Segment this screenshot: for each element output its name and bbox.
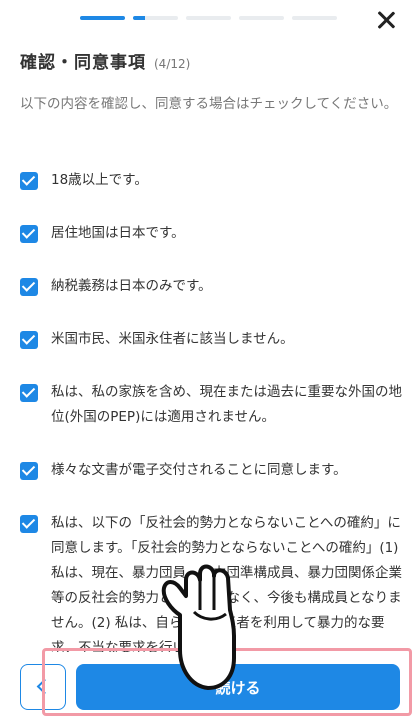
back-button[interactable]: [20, 664, 66, 710]
consent-item[interactable]: 居住地国は日本です。: [20, 221, 405, 246]
progress-segment: [80, 16, 125, 20]
consent-item-label: 居住地国は日本です。: [51, 225, 185, 241]
consent-item[interactable]: 私は、以下の「反社会的勢力とならないことへの確約」に同意します。「反社会的勢力と…: [20, 511, 405, 661]
consent-item-label: 私は、私の家族を含め、現在または過去に重要な外国の地位(外国のPEP)には適用さ…: [51, 384, 402, 425]
checkbox-checked-icon[interactable]: [20, 462, 38, 480]
checkbox-checked-icon[interactable]: [20, 225, 38, 243]
consent-item-label: 私は、以下の「反社会的勢力とならないことへの確約」に同意します。「反社会的勢力と…: [51, 515, 402, 656]
close-icon[interactable]: [374, 8, 398, 32]
instruction-text: 以下の内容を確認し、同意する場合はチェックしてください。: [20, 96, 398, 112]
checkbox-checked-icon[interactable]: [20, 331, 38, 349]
consent-item[interactable]: 私は、私の家族を含め、現在または過去に重要な外国の地位(外国のPEP)には適用さ…: [20, 380, 405, 430]
checkbox-checked-icon[interactable]: [20, 172, 38, 190]
consent-item-label: 米国市民、米国永住者に該当しません。: [51, 331, 294, 347]
consent-item[interactable]: 18歳以上です。: [20, 168, 405, 193]
consent-item[interactable]: 様々な文書が電子交付されることに同意します。: [20, 458, 405, 483]
progress-segment: [133, 16, 178, 20]
progress-segment: [239, 16, 284, 20]
checkbox-checked-icon[interactable]: [20, 278, 38, 296]
checkbox-checked-icon[interactable]: [20, 384, 38, 402]
consent-item-label: 様々な文書が電子交付されることに同意します。: [51, 462, 347, 478]
progress-steps: [80, 16, 337, 20]
consent-item-label: 18歳以上です。: [51, 172, 148, 188]
progress-segment: [186, 16, 231, 20]
page-title: 確認・同意事項: [20, 53, 146, 73]
consent-list: 18歳以上です。 居住地国は日本です。 納税義務は日本のみです。 米国市民、米国…: [20, 168, 405, 689]
checkbox-checked-icon[interactable]: [20, 515, 38, 533]
top-bar: [0, 0, 420, 40]
page-header: 確認・同意事項 (4/12): [20, 48, 190, 73]
footer-bar: 続ける: [0, 652, 420, 720]
consent-item[interactable]: 納税義務は日本のみです。: [20, 274, 405, 299]
continue-button[interactable]: 続ける: [76, 664, 400, 710]
step-count: (4/12): [154, 57, 191, 71]
consent-item-label: 納税義務は日本のみです。: [51, 278, 212, 294]
chevron-left-icon: [36, 678, 53, 695]
consent-item[interactable]: 米国市民、米国永住者に該当しません。: [20, 327, 405, 352]
progress-segment: [292, 16, 337, 20]
